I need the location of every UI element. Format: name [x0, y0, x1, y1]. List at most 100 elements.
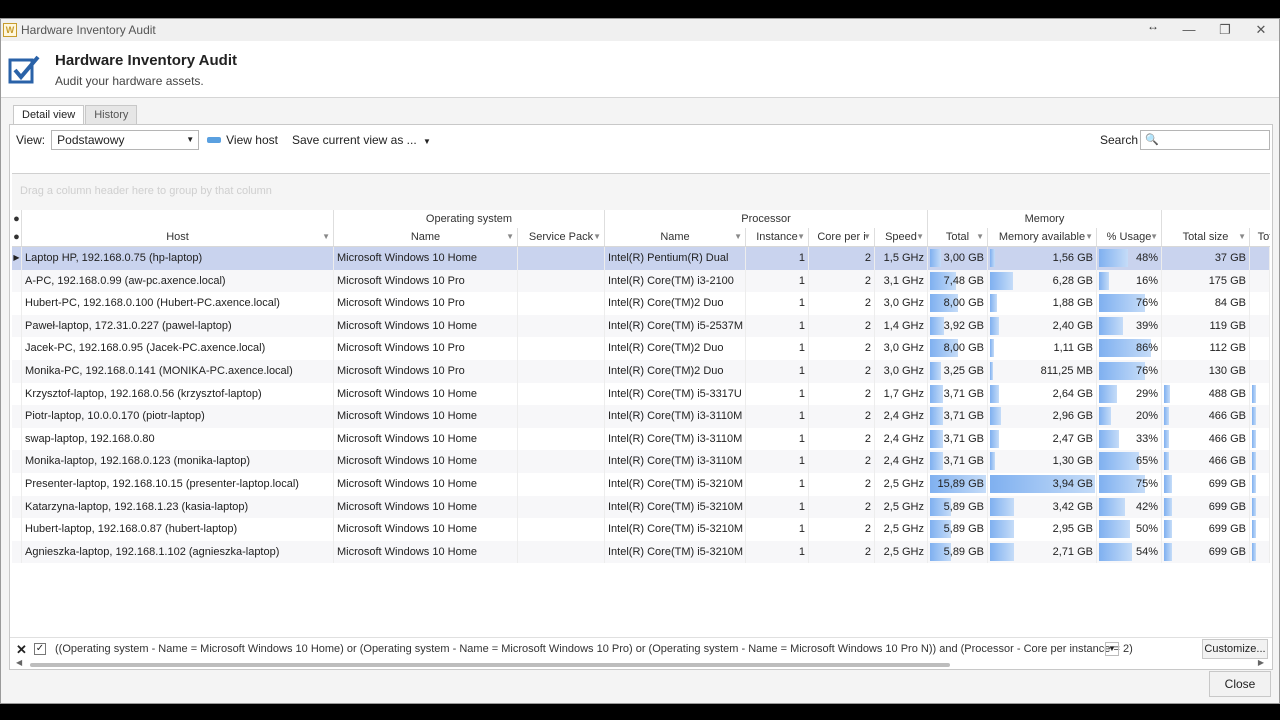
restore-button[interactable]: ❐: [1207, 19, 1243, 41]
close-window-button[interactable]: ✕: [1243, 19, 1279, 41]
clear-filter-icon[interactable]: ✕: [16, 642, 27, 658]
tab-history[interactable]: History: [85, 105, 138, 124]
col-service-pack[interactable]: Service Pack ▼: [518, 228, 605, 246]
cell-size: 488 GB: [1162, 382, 1250, 406]
cell-tot: [1250, 360, 1270, 383]
table-row[interactable]: A-PC, 192.168.0.99 (aw-pc.axence.local) M…: [12, 269, 1270, 293]
filter-icon[interactable]: ▼: [506, 228, 514, 246]
col-speed-label: Speed: [885, 231, 917, 243]
table-row[interactable]: Monika-laptop, 192.168.0.123 (monika-lap…: [12, 450, 1270, 473]
table-row[interactable]: Hubert-laptop, 192.168.0.87 (hubert-lapt…: [12, 518, 1270, 541]
cell-speed: 2,5 GHz: [875, 518, 928, 541]
col-processor-name[interactable]: Name ▼: [605, 228, 746, 246]
cell-core: 2: [809, 405, 875, 428]
row-marker-icon: ●: [12, 228, 22, 246]
table-row[interactable]: Piotr-laptop, 10.0.0.170 (piotr-laptop) M…: [12, 405, 1270, 428]
scroll-thumb[interactable]: [30, 663, 950, 667]
cell-os: Microsoft Windows 10 Pro: [334, 337, 518, 360]
group-header-os: Operating system: [334, 210, 605, 228]
cell-value: Microsoft Windows 10 Home: [337, 387, 477, 400]
col-host[interactable]: Host ▼: [22, 228, 334, 246]
table-row[interactable]: ▶ Laptop HP, 192.168.0.75 (hp-laptop) Micr…: [12, 247, 1270, 270]
cell-value: 2,40 GB: [1052, 319, 1093, 332]
cell-tot: [1250, 292, 1270, 315]
filter-icon[interactable]: ▼: [322, 228, 330, 246]
cell-inst: 1: [746, 427, 809, 451]
cell-bar: [990, 407, 1001, 426]
cell-os: Microsoft Windows 10 Home: [334, 382, 518, 406]
cell-avail: 1,11 GB: [988, 337, 1097, 360]
save-view-button[interactable]: Save current view as ... ▼: [292, 133, 431, 147]
col-instance[interactable]: Instance ▼: [746, 228, 809, 246]
filter-icon[interactable]: ▼: [916, 228, 924, 246]
table-row[interactable]: Presenter-laptop, 192.168.10.15 (present…: [12, 473, 1270, 496]
cell-value: 699 GB: [1208, 478, 1246, 490]
col-core[interactable]: Core per i ▼: [809, 228, 875, 246]
data-grid: Drag a column header here to group by th…: [12, 173, 1270, 635]
col-usage-label: % Usage: [1106, 231, 1152, 243]
col-speed[interactable]: Speed ▼: [875, 228, 928, 246]
cell-value: 1,88 GB: [1052, 297, 1093, 310]
toolbar: View: Podstawowy ▼ View host Save curren…: [10, 125, 1272, 155]
cell-value: 3,92 GB: [943, 319, 984, 332]
filter-icon[interactable]: ▼: [1238, 228, 1246, 246]
filter-icon[interactable]: ▼: [1150, 228, 1158, 246]
horizontal-scrollbar[interactable]: ◀ ▶: [16, 658, 1264, 669]
cell-bar: [990, 429, 1000, 448]
col-total-size[interactable]: Total size ▼: [1162, 228, 1250, 246]
table-row[interactable]: Agnieszka-laptop, 192.168.1.102 (agniesz…: [12, 540, 1270, 564]
view-select[interactable]: Podstawowy ▼: [51, 130, 200, 150]
col-tot[interactable]: Tot: [1250, 228, 1270, 246]
table-row[interactable]: swap-laptop, 192.168.0.80 Microsoft Windo…: [12, 427, 1270, 451]
minimize-button[interactable]: —: [1171, 19, 1207, 41]
cell-value: 2: [864, 252, 871, 264]
filter-icon[interactable]: ▼: [863, 228, 871, 246]
cell-os: Microsoft Windows 10 Home: [334, 450, 518, 473]
close-button[interactable]: Close: [1209, 671, 1271, 697]
table-row[interactable]: Monika-PC, 192.168.0.141 (MONIKA-PC.axen…: [12, 360, 1270, 383]
table-row[interactable]: Hubert-PC, 192.168.0.100 (Hubert-PC.axen…: [12, 292, 1270, 315]
filter-icon[interactable]: ▼: [734, 228, 742, 246]
filter-icon[interactable]: ▼: [797, 228, 805, 246]
col-os-name[interactable]: Name ▼: [334, 228, 518, 246]
filter-expression[interactable]: ((Operating system - Name = Microsoft Wi…: [55, 643, 1133, 655]
search-input[interactable]: 🔍: [1140, 130, 1270, 150]
table-row[interactable]: Jacek-PC, 192.168.0.95 (Jacek-PC.axence.…: [12, 337, 1270, 360]
cell-avail: 2,95 GB: [988, 518, 1097, 541]
table-row[interactable]: Katarzyna-laptop, 192.168.1.23 (kasia-la…: [12, 495, 1270, 519]
cell-inst: 1: [746, 405, 809, 428]
table-row[interactable]: Krzysztof-laptop, 192.168.0.56 (krzyszto…: [12, 382, 1270, 406]
filter-history-dropdown[interactable]: ▼: [1105, 642, 1119, 656]
view-host-button[interactable]: View host: [207, 133, 278, 147]
view-label: View:: [16, 133, 46, 147]
cell-host: Monika-PC, 192.168.0.141 (MONIKA-PC.axen…: [22, 360, 334, 383]
col-usage[interactable]: % Usage ▼: [1097, 228, 1162, 246]
cell-value: 3,42 GB: [1052, 500, 1093, 513]
cell-os: Microsoft Windows 10 Home: [334, 405, 518, 428]
cell-sp: [518, 473, 605, 496]
cell-bar: [990, 362, 994, 380]
tab-detail-view[interactable]: Detail view: [13, 105, 85, 124]
search-label: Search: [1099, 133, 1138, 147]
cell-inst: 1: [746, 473, 809, 496]
filter-icon[interactable]: ▼: [1085, 228, 1093, 246]
cell-value: 1: [798, 455, 805, 468]
resize-icon[interactable]: ↔: [1147, 19, 1159, 33]
col-mem-total[interactable]: Total ▼: [928, 228, 988, 246]
scroll-right-icon[interactable]: ▶: [1258, 658, 1264, 667]
cell-host: Laptop HP, 192.168.0.75 (hp-laptop): [22, 247, 334, 270]
cell-bar: [1252, 452, 1256, 471]
filter-icon[interactable]: ▼: [593, 228, 601, 246]
scroll-left-icon[interactable]: ◀: [16, 658, 22, 667]
filter-enabled-checkbox[interactable]: ✓: [34, 643, 46, 655]
filter-icon[interactable]: ▼: [976, 228, 984, 246]
col-mem-available[interactable]: Memory available ▼: [988, 228, 1097, 246]
group-panel[interactable]: Drag a column header here to group by th…: [12, 174, 1270, 210]
cell-core: 2: [809, 518, 875, 541]
cell-bar: [1164, 429, 1170, 448]
cell-cpu: Intel(R) Core(TM) i5-3210M: [605, 518, 746, 541]
cell-value: 2,71 GB: [1052, 545, 1093, 558]
customize-button[interactable]: Customize...: [1202, 639, 1268, 659]
table-row[interactable]: Paweł-laptop, 172.31.0.227 (pawel-laptop…: [12, 314, 1270, 338]
cell-tot: [1250, 269, 1270, 293]
